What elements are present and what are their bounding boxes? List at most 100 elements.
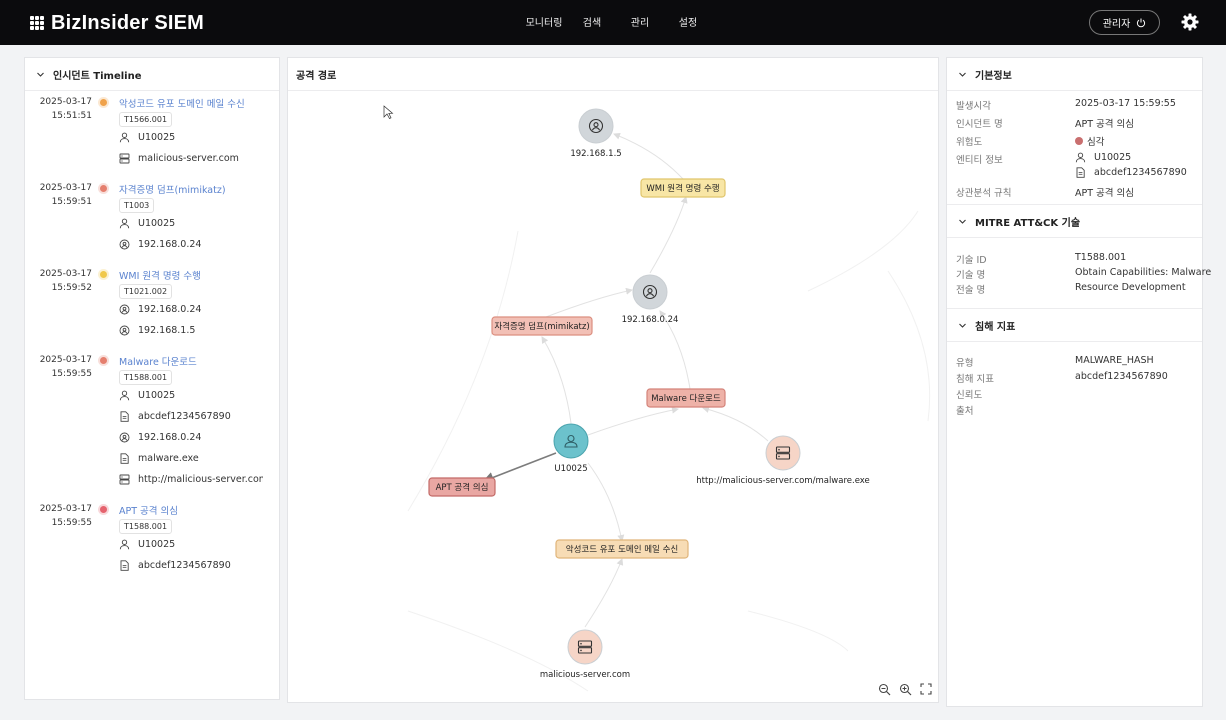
- chevron-down-icon: [959, 323, 966, 328]
- event-date: 2025-03-17: [39, 97, 92, 107]
- event-entity[interactable]: U10025: [119, 390, 263, 401]
- mitre-header[interactable]: MITRE ATT&CK 기술: [947, 205, 1202, 238]
- fullscreen-icon[interactable]: [920, 683, 932, 695]
- admin-logout-button[interactable]: 관리자: [1089, 10, 1160, 35]
- mouse-cursor-icon: [383, 105, 394, 119]
- graph-edge: [587, 406, 679, 436]
- event-title-link[interactable]: 자격증명 덤프(mimikatz): [119, 182, 226, 196]
- entity-text: U10025: [138, 218, 176, 229]
- event-time: 15:59:55: [51, 518, 92, 528]
- entity-node-srv2[interactable]: malicious-server.com: [540, 629, 630, 680]
- event-entity[interactable]: 192.168.0.24: [119, 239, 263, 250]
- entity-node-circle[interactable]: [632, 274, 668, 310]
- user-icon: [1075, 152, 1086, 163]
- event-entity[interactable]: abcdef1234567890: [119, 411, 263, 422]
- entity-node-ip2[interactable]: 192.168.0.24: [622, 274, 679, 325]
- entity-text: http://malicious-server.com/m: [138, 474, 263, 485]
- event-time: 15:51:51: [51, 111, 92, 121]
- event-title-link[interactable]: WMI 원격 명령 수행: [119, 268, 201, 282]
- event-technique-code: T1588.001: [119, 370, 173, 385]
- mitre-id-label: 기술 ID: [956, 255, 987, 266]
- ioc-section: 침해 지표: [947, 308, 1202, 342]
- entity-node-circle[interactable]: [578, 108, 614, 144]
- mitre-section: MITRE ATT&CK 기술: [947, 204, 1202, 238]
- entity-text: 192.168.0.24: [138, 432, 202, 443]
- logo-grid-icon: [30, 16, 44, 30]
- graph-edge: [649, 196, 688, 274]
- event-entity[interactable]: U10025: [119, 132, 263, 143]
- app-logo[interactable]: BizInsider SIEM: [30, 10, 204, 36]
- incident-timeline-panel: 인시던트 Timeline 2025-03-17 15:51:51 악성코드 유포 …: [24, 57, 280, 700]
- event-node-apt[interactable]: APT 공격 의심: [428, 477, 496, 497]
- graph-faint-edge: [747, 610, 849, 652]
- mitre-name-label: 기술 명: [956, 270, 986, 281]
- event-node-mail[interactable]: 악성코드 유포 도메인 메일 수신: [555, 539, 689, 559]
- incident-name-value: APT 공격 의심: [1075, 119, 1135, 130]
- event-node-label: APT 공격 의심: [436, 482, 489, 493]
- event-severity-dot: [100, 271, 107, 278]
- graph-edge: [587, 462, 625, 542]
- file-icon: [120, 411, 129, 422]
- event-entity[interactable]: 192.168.0.24: [119, 432, 263, 443]
- admin-label: 관리자: [1102, 19, 1131, 30]
- event-title-link[interactable]: Malware 다운로드: [119, 354, 197, 368]
- nav-search[interactable]: 검색: [568, 14, 616, 29]
- graph-nodes: 192.168.1.5 192.168.0.24 U10025 http://mali…: [428, 108, 870, 680]
- nav-manage[interactable]: 관리: [616, 14, 664, 29]
- gear-icon[interactable]: [1180, 12, 1200, 32]
- top-bar: BizInsider SIEM 모니터링 검색 관리 설정 관리자: [0, 0, 1226, 45]
- severity-value: 심각: [1087, 137, 1105, 148]
- event-entity[interactable]: 192.168.1.5: [119, 325, 263, 336]
- zoom-in-icon[interactable]: [899, 683, 912, 696]
- entity-node-label: U10025: [554, 464, 587, 474]
- event-entity[interactable]: U10025: [119, 218, 263, 229]
- event-date: 2025-03-17: [39, 269, 92, 279]
- event-node-label: 악성코드 유포 도메인 메일 수신: [566, 544, 678, 555]
- server-icon: [119, 153, 130, 164]
- entity-node-circle[interactable]: [567, 629, 603, 665]
- ioc-header[interactable]: 침해 지표: [947, 309, 1202, 342]
- ioc-type-value: MALWARE_HASH: [1075, 355, 1154, 366]
- entity-node-srv1[interactable]: http://malicious-server.com/malware.exe: [696, 435, 870, 486]
- event-node-cred[interactable]: 자격증명 덤프(mimikatz): [491, 316, 593, 336]
- event-entity[interactable]: U10025: [119, 539, 263, 550]
- event-technique-code: T1003: [119, 198, 155, 213]
- timeline-header[interactable]: 인시던트 Timeline: [25, 58, 279, 91]
- event-title-link[interactable]: 악성코드 유포 도메인 메일 수신: [119, 96, 245, 110]
- entity-node-circle[interactable]: [765, 435, 801, 471]
- event-date: 2025-03-17: [39, 355, 92, 365]
- entity-node-user[interactable]: U10025: [553, 423, 589, 474]
- entity-text: 192.168.0.24: [138, 304, 202, 315]
- mitre-id-link[interactable]: T1588.001: [1075, 252, 1126, 263]
- occurred-label: 발생시각: [956, 101, 991, 112]
- event-title-link[interactable]: APT 공격 의심: [119, 503, 178, 517]
- entity-node-label: malicious-server.com: [540, 670, 630, 680]
- file-icon: [120, 560, 129, 571]
- event-node-malw[interactable]: Malware 다운로드: [646, 388, 726, 408]
- event-node-wmi[interactable]: WMI 원격 명령 수행: [640, 178, 726, 198]
- event-entity[interactable]: 192.168.0.24: [119, 304, 263, 315]
- entity-node-ip1[interactable]: 192.168.1.5: [570, 108, 622, 159]
- attack-path-graph[interactable]: 192.168.1.5 192.168.0.24 U10025 http://mali…: [288, 91, 938, 703]
- nav-monitoring[interactable]: 모니터링: [520, 14, 568, 29]
- entity-node-label: 192.168.0.24: [622, 315, 679, 325]
- user-icon: [119, 132, 130, 143]
- event-entity[interactable]: malicious-server.com: [119, 153, 263, 164]
- ioc-title: 침해 지표: [975, 321, 1016, 333]
- event-date: 2025-03-17: [39, 183, 92, 193]
- event-entity[interactable]: abcdef1234567890: [119, 560, 263, 571]
- incident-name-label: 인시던트 명: [956, 119, 1003, 130]
- nav-settings[interactable]: 설정: [664, 14, 712, 29]
- graph-edge: [482, 452, 557, 483]
- event-node-label: WMI 원격 명령 수행: [646, 183, 719, 194]
- entity-text: 192.168.0.24: [138, 239, 202, 250]
- graph-faint-edge: [807, 210, 919, 292]
- basic-info-header[interactable]: 기본정보: [947, 58, 1202, 91]
- event-entity[interactable]: malware.exe: [119, 453, 263, 464]
- rule-link[interactable]: APT 공격 의심: [1075, 185, 1134, 199]
- location-icon: [119, 325, 130, 336]
- entity-text: malicious-server.com: [138, 153, 239, 164]
- event-entity[interactable]: http://malicious-server.com/m: [119, 474, 263, 485]
- event-date: 2025-03-17: [39, 504, 92, 514]
- zoom-out-icon[interactable]: [878, 683, 891, 696]
